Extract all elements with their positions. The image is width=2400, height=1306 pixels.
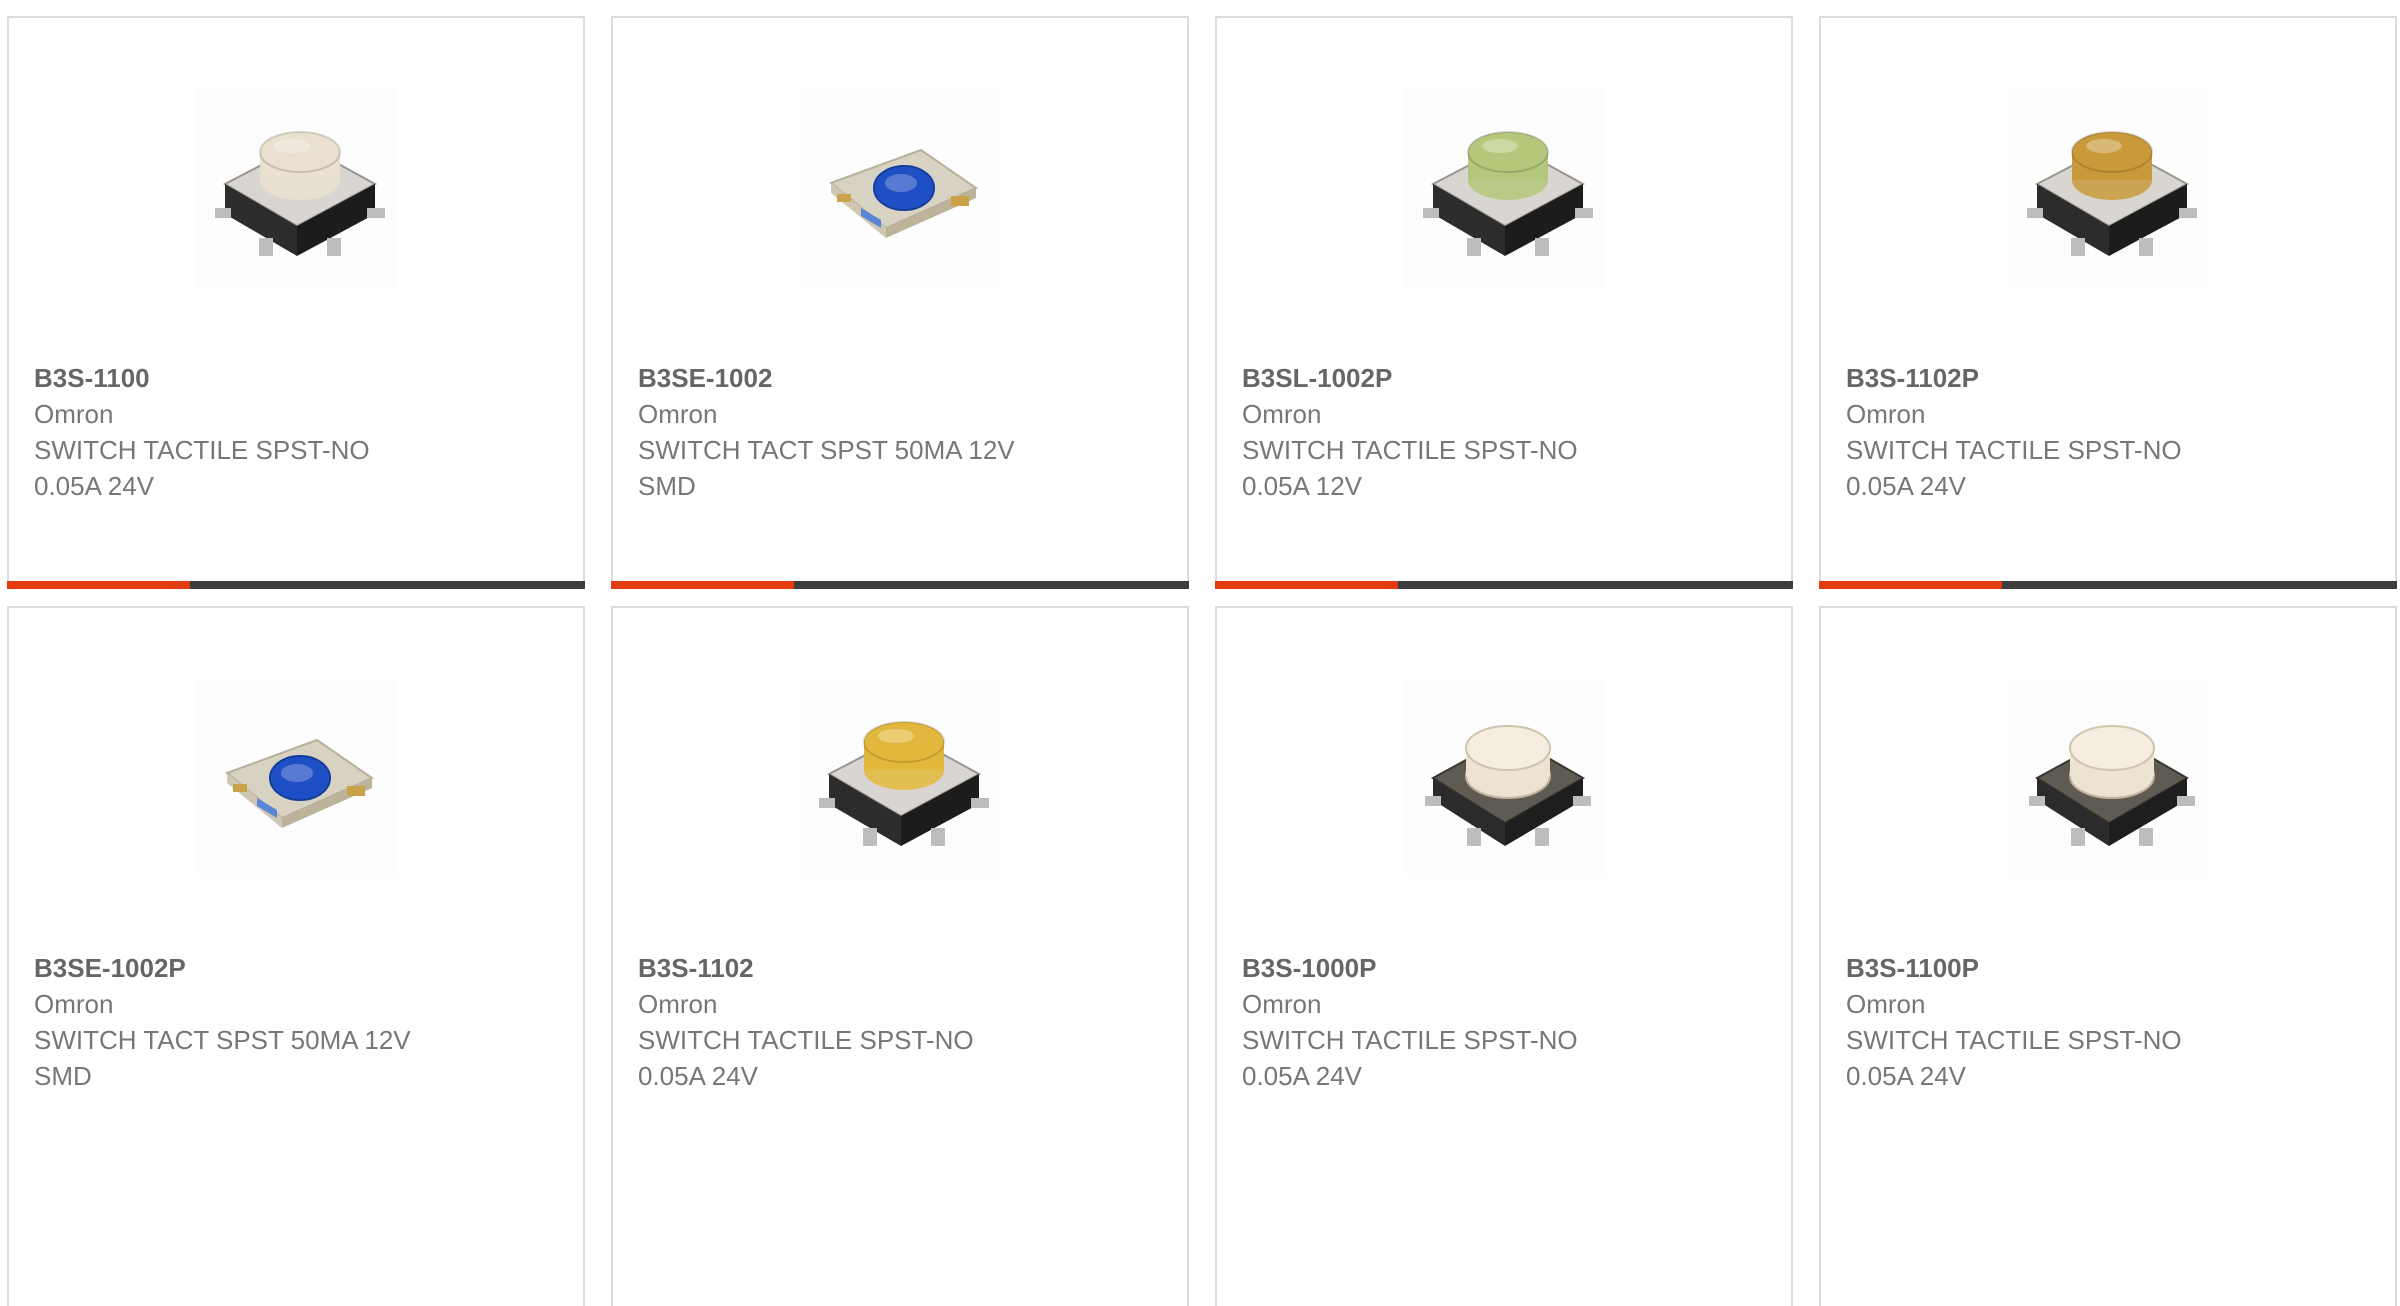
- product-image[interactable]: [801, 88, 1001, 288]
- product-brand: Omron: [1846, 399, 1926, 429]
- product-card[interactable]: B3SE-1002 Omron SWITCH TACT SPST 50MA 12…: [611, 16, 1189, 589]
- product-brand: Omron: [34, 989, 114, 1019]
- product-info: B3S-1100P Omron SWITCH TACTILE SPST-NO 0…: [1846, 950, 2366, 1094]
- product-description-line2: 0.05A 24V: [1846, 471, 1966, 501]
- product-info: B3S-1102 Omron SWITCH TACTILE SPST-NO 0.…: [638, 950, 1158, 1094]
- product-card[interactable]: B3S-1100P Omron SWITCH TACTILE SPST-NO 0…: [1819, 606, 2397, 1306]
- product-card[interactable]: B3S-1102P Omron SWITCH TACTILE SPST-NO 0…: [1819, 16, 2397, 589]
- product-description-line2: 0.05A 24V: [34, 471, 154, 501]
- product-image[interactable]: [2009, 678, 2209, 878]
- tactile-switch-smd-icon: [829, 148, 979, 238]
- product-brand: Omron: [638, 399, 718, 429]
- card-accent-bar: [1215, 581, 1398, 589]
- product-image[interactable]: [1405, 88, 1605, 288]
- product-brand: Omron: [638, 989, 718, 1019]
- product-image[interactable]: [197, 678, 397, 878]
- product-image[interactable]: [1405, 678, 1605, 878]
- product-description-line1: SWITCH TACT SPST 50MA 12V: [638, 435, 1015, 465]
- product-brand: Omron: [1846, 989, 1926, 1019]
- tactile-switch-large-icon: [1423, 131, 1593, 256]
- product-card[interactable]: B3S-1102 Omron SWITCH TACTILE SPST-NO 0.…: [611, 606, 1189, 1306]
- tactile-switch-dark-icon: [1425, 725, 1591, 846]
- product-image[interactable]: [197, 88, 397, 288]
- product-description-line1: SWITCH TACTILE SPST-NO: [1846, 1025, 2182, 1055]
- card-bottom-bar: [7, 581, 585, 589]
- product-info: B3S-1000P Omron SWITCH TACTILE SPST-NO 0…: [1242, 950, 1762, 1094]
- tactile-switch-large-icon: [819, 721, 989, 846]
- product-description-line2: 0.05A 24V: [1242, 1061, 1362, 1091]
- product-brand: Omron: [34, 399, 114, 429]
- product-description-line2: 0.05A 12V: [1242, 471, 1362, 501]
- product-description-line1: SWITCH TACT SPST 50MA 12V: [34, 1025, 411, 1055]
- product-card[interactable]: B3SL-1002P Omron SWITCH TACTILE SPST-NO …: [1215, 16, 1793, 589]
- product-image[interactable]: [801, 678, 1001, 878]
- product-card[interactable]: B3SE-1002P Omron SWITCH TACT SPST 50MA 1…: [7, 606, 585, 1306]
- product-description-line2: SMD: [34, 1061, 92, 1091]
- tactile-switch-dark-icon: [2029, 725, 2195, 846]
- tactile-switch-smd-icon: [225, 738, 375, 828]
- tactile-switch-large-icon: [215, 131, 385, 256]
- product-part-number[interactable]: B3S-1102P: [1846, 360, 2366, 396]
- product-description-line1: SWITCH TACTILE SPST-NO: [1242, 435, 1578, 465]
- product-part-number[interactable]: B3SE-1002P: [34, 950, 554, 986]
- product-description-line1: SWITCH TACTILE SPST-NO: [638, 1025, 974, 1055]
- product-info: B3SE-1002 Omron SWITCH TACT SPST 50MA 12…: [638, 360, 1158, 504]
- product-info: B3S-1100 Omron SWITCH TACTILE SPST-NO 0.…: [34, 360, 554, 504]
- product-description-line1: SWITCH TACTILE SPST-NO: [34, 435, 370, 465]
- product-grid: B3S-1100 Omron SWITCH TACTILE SPST-NO 0.…: [0, 0, 2400, 1306]
- card-accent-bar: [1819, 581, 2002, 589]
- product-info: B3SL-1002P Omron SWITCH TACTILE SPST-NO …: [1242, 360, 1762, 504]
- tactile-switch-large-icon: [2027, 131, 2197, 256]
- card-bottom-bar: [1215, 581, 1793, 589]
- product-part-number[interactable]: B3SL-1002P: [1242, 360, 1762, 396]
- product-part-number[interactable]: B3SE-1002: [638, 360, 1158, 396]
- product-description-line2: 0.05A 24V: [1846, 1061, 1966, 1091]
- product-description-line1: SWITCH TACTILE SPST-NO: [1242, 1025, 1578, 1055]
- product-part-number[interactable]: B3S-1102: [638, 950, 1158, 986]
- product-card[interactable]: B3S-1000P Omron SWITCH TACTILE SPST-NO 0…: [1215, 606, 1793, 1306]
- product-brand: Omron: [1242, 989, 1322, 1019]
- product-info: B3SE-1002P Omron SWITCH TACT SPST 50MA 1…: [34, 950, 554, 1094]
- product-description-line2: 0.05A 24V: [638, 1061, 758, 1091]
- product-part-number[interactable]: B3S-1000P: [1242, 950, 1762, 986]
- product-card[interactable]: B3S-1100 Omron SWITCH TACTILE SPST-NO 0.…: [7, 16, 585, 589]
- product-info: B3S-1102P Omron SWITCH TACTILE SPST-NO 0…: [1846, 360, 2366, 504]
- card-bottom-bar: [611, 581, 1189, 589]
- card-accent-bar: [611, 581, 794, 589]
- card-accent-bar: [7, 581, 190, 589]
- product-part-number[interactable]: B3S-1100: [34, 360, 554, 396]
- product-description-line2: SMD: [638, 471, 696, 501]
- product-part-number[interactable]: B3S-1100P: [1846, 950, 2366, 986]
- product-description-line1: SWITCH TACTILE SPST-NO: [1846, 435, 2182, 465]
- product-image[interactable]: [2009, 88, 2209, 288]
- card-bottom-bar: [1819, 581, 2397, 589]
- product-brand: Omron: [1242, 399, 1322, 429]
